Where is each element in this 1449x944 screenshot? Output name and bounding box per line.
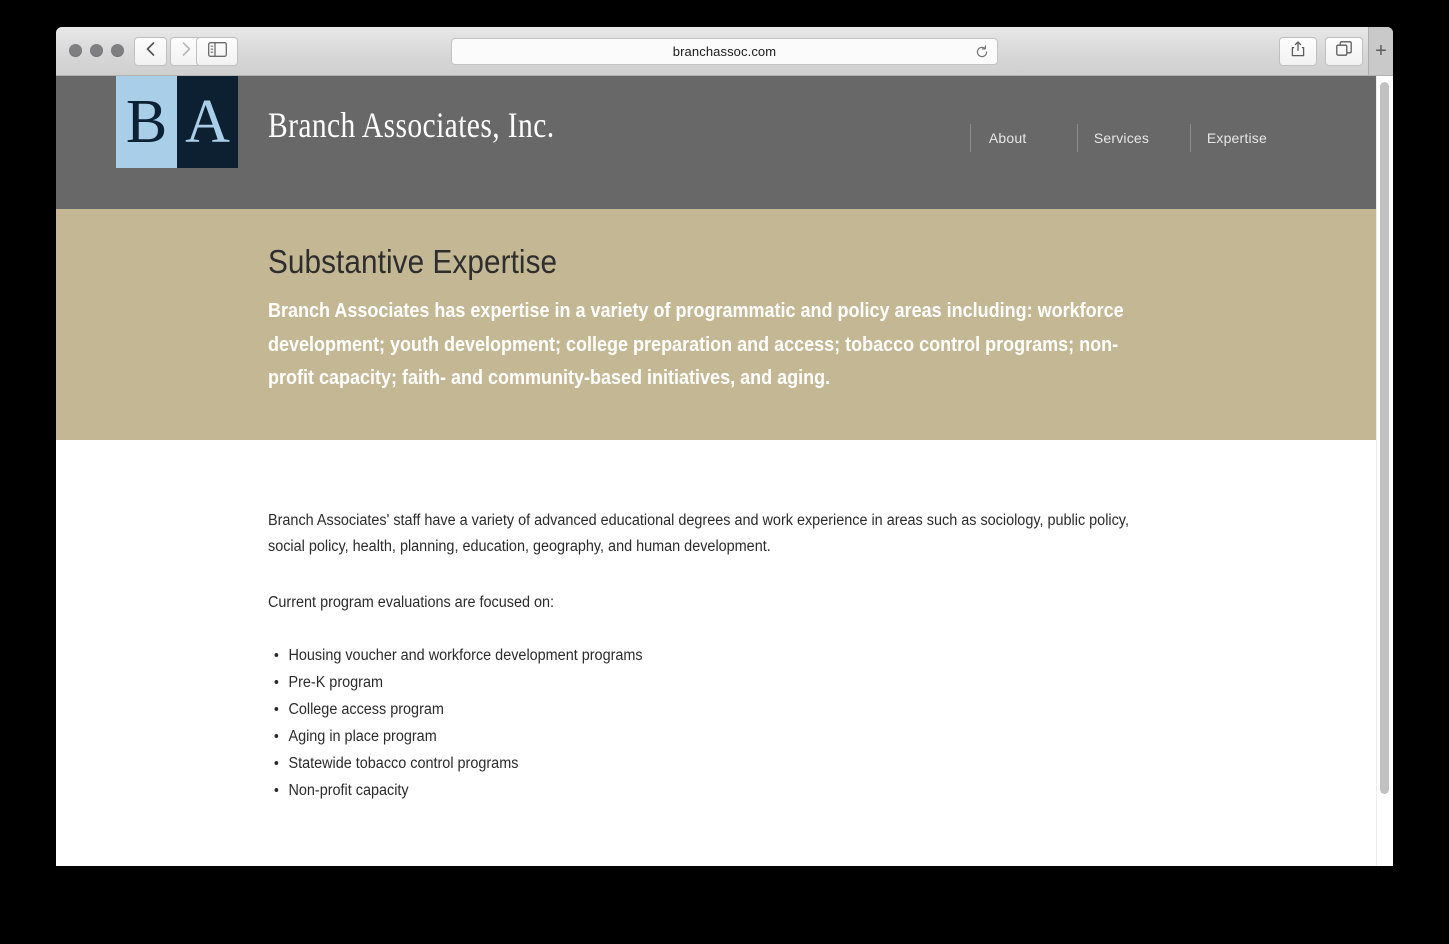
url-text: branchassoc.com <box>672 44 777 59</box>
main-navigation: About Services Expertise <box>969 124 1283 152</box>
brand-name: Branch Associates, Inc. <box>268 105 555 145</box>
share-icon <box>1291 41 1305 62</box>
sidebar-toggle-button[interactable] <box>196 37 238 66</box>
page-scrollbar[interactable] <box>1376 76 1393 866</box>
hero-description: Branch Associates has expertise in a var… <box>268 300 1124 390</box>
hero-band: Substantive Expertise Branch Associates … <box>56 209 1393 440</box>
nav-item-services[interactable]: Services <box>1076 124 1190 152</box>
url-bar[interactable]: branchassoc.com <box>451 38 998 65</box>
program-list: Housing voucher and workforce developmen… <box>268 643 1149 804</box>
list-item: Aging in place program <box>268 724 1149 749</box>
show-all-tabs-icon <box>1336 41 1352 62</box>
scrollbar-thumb[interactable] <box>1380 82 1389 794</box>
minimize-window-button[interactable] <box>90 44 103 57</box>
sidebar-toggle-icon <box>207 41 227 62</box>
main-content: Branch Associates' staff have a variety … <box>56 439 1393 804</box>
page-viewport: B A Branch Associates, Inc. About Servic… <box>56 76 1393 866</box>
close-window-button[interactable] <box>69 44 82 57</box>
navigation-buttons <box>134 37 203 66</box>
list-item: Pre-K program <box>268 670 1149 695</box>
new-tab-button[interactable]: + <box>1368 27 1393 75</box>
share-button[interactable] <box>1279 37 1317 66</box>
sidebar-toggle-group <box>196 37 238 66</box>
logo-letter-b: B <box>116 76 177 168</box>
site-header: B A Branch Associates, Inc. About Servic… <box>56 76 1393 209</box>
list-item: College access program <box>268 697 1149 722</box>
list-item: Statewide tobacco control programs <box>268 751 1149 776</box>
browser-window: branchassoc.com + B A Branch Associates,… <box>56 27 1393 866</box>
logo-letter-a: A <box>177 76 238 168</box>
zoom-window-button[interactable] <box>111 44 124 57</box>
chevron-left-icon <box>145 41 156 62</box>
reload-icon[interactable] <box>975 44 989 59</box>
staff-paragraph: Branch Associates' staff have a variety … <box>268 511 1129 556</box>
browser-toolbar: branchassoc.com + <box>56 27 1393 76</box>
page-title: Substantive Expertise <box>268 243 558 280</box>
toolbar-right-buttons <box>1279 37 1363 66</box>
hero-inner: Substantive Expertise Branch Associates … <box>56 243 1393 396</box>
list-item: Housing voucher and workforce developmen… <box>268 643 1149 668</box>
back-button[interactable] <box>134 37 167 66</box>
nav-item-expertise[interactable]: Expertise <box>1189 124 1283 152</box>
show-all-tabs-button[interactable] <box>1325 37 1363 66</box>
window-controls <box>69 44 124 57</box>
plus-icon: + <box>1375 40 1387 62</box>
list-item: Non-profit capacity <box>268 778 1149 803</box>
nav-item-about[interactable]: About <box>969 124 1077 152</box>
chevron-right-icon <box>181 41 192 62</box>
site-logo[interactable]: B A <box>116 76 238 168</box>
evaluations-intro: Current program evaluations are focused … <box>268 594 555 612</box>
